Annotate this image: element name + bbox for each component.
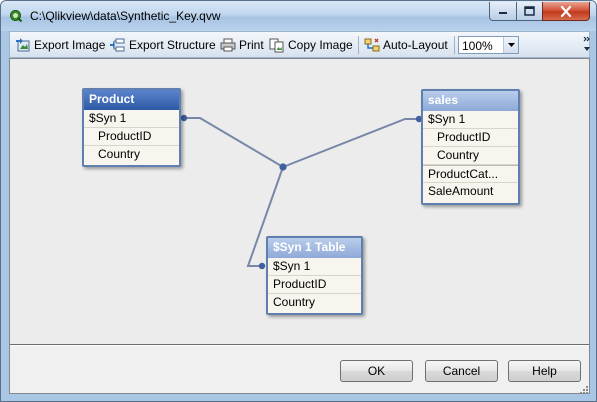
field-syn1: $Syn 1 (423, 111, 518, 129)
field-syn1: $Syn 1 (84, 110, 179, 128)
dialog-client-area: Product $Syn 1 ProductID Country sales $… (9, 58, 590, 394)
qlikview-app-icon (10, 10, 23, 23)
link-junction-dot (279, 163, 287, 171)
help-button[interactable]: Help (508, 360, 581, 382)
close-icon (560, 5, 572, 17)
field-saleamount: SaleAmount (428, 184, 494, 198)
title-bar[interactable]: C:\Qlikview\data\Synthetic_Key.qvw (1, 1, 596, 31)
field-country: Country (423, 147, 518, 165)
table-syn1-table-title: $Syn 1 Table (268, 238, 361, 258)
field-productid: ProductID (268, 276, 361, 294)
print-label: Print (239, 38, 264, 52)
zoom-select[interactable]: 100% (458, 36, 519, 54)
toolbar-overflow-button[interactable] (583, 34, 591, 55)
table-viewer-window: C:\Qlikview\data\Synthetic_Key.qvw Expor… (0, 0, 597, 402)
copy-image-label: Copy Image (288, 38, 353, 52)
export-image-label: Export Image (34, 38, 106, 52)
close-button[interactable] (542, 2, 590, 21)
field-productid: ProductID (423, 129, 518, 147)
link-dot-product (180, 114, 188, 122)
field-productcategory: ProductCat... (423, 165, 518, 183)
ok-button[interactable]: OK (340, 360, 413, 382)
link-product-syn (184, 117, 284, 168)
auto-layout-button[interactable]: Auto-Layout (364, 36, 448, 54)
chevron-double-right-icon (583, 36, 590, 51)
auto-layout-icon (364, 38, 380, 52)
auto-layout-label: Auto-Layout (383, 38, 448, 52)
window-title: C:\Qlikview\data\Synthetic_Key.qvw (30, 9, 221, 23)
print-button[interactable]: Print (220, 36, 264, 54)
export-image-icon (16, 38, 30, 52)
zoom-value: 100% (462, 39, 493, 53)
minimize-icon (499, 12, 507, 14)
chevron-down-icon (507, 43, 515, 47)
toolbar-separator (358, 36, 359, 54)
link-dot-syntable (258, 262, 266, 270)
toolbar-separator (454, 36, 455, 54)
field-country: Country (273, 295, 316, 309)
export-structure-label: Export Structure (129, 38, 216, 52)
canvas-divider (10, 345, 589, 346)
field-productid: ProductID (84, 128, 179, 146)
minimize-button[interactable] (489, 2, 517, 21)
table-syn1-table[interactable]: $Syn 1 Table $Syn 1 ProductID Country (266, 236, 363, 315)
link-sales-syn (282, 118, 420, 168)
toolbar: Export Image Export Structure Print Copy… (9, 31, 590, 58)
table-diagram-canvas[interactable]: Product $Syn 1 ProductID Country sales $… (10, 59, 589, 345)
export-structure-icon (110, 38, 125, 52)
table-product-title: Product (84, 90, 179, 110)
table-sales[interactable]: sales $Syn 1 ProductID Country ProductCa… (421, 89, 520, 205)
export-structure-button[interactable]: Export Structure (110, 36, 216, 54)
zoom-dropdown-button[interactable] (503, 37, 518, 53)
copy-image-icon (269, 38, 284, 53)
table-sales-title: sales (423, 91, 518, 111)
cancel-button[interactable]: Cancel (425, 360, 498, 382)
field-syn1: $Syn 1 (268, 258, 361, 276)
export-image-button[interactable]: Export Image (15, 36, 105, 54)
copy-image-button[interactable]: Copy Image (269, 36, 353, 54)
resize-grip-icon[interactable] (578, 384, 588, 394)
maximize-icon (524, 6, 535, 16)
maximize-button[interactable] (516, 2, 543, 21)
field-country: Country (98, 147, 141, 161)
print-icon (220, 38, 236, 52)
table-product[interactable]: Product $Syn 1 ProductID Country (82, 88, 181, 167)
